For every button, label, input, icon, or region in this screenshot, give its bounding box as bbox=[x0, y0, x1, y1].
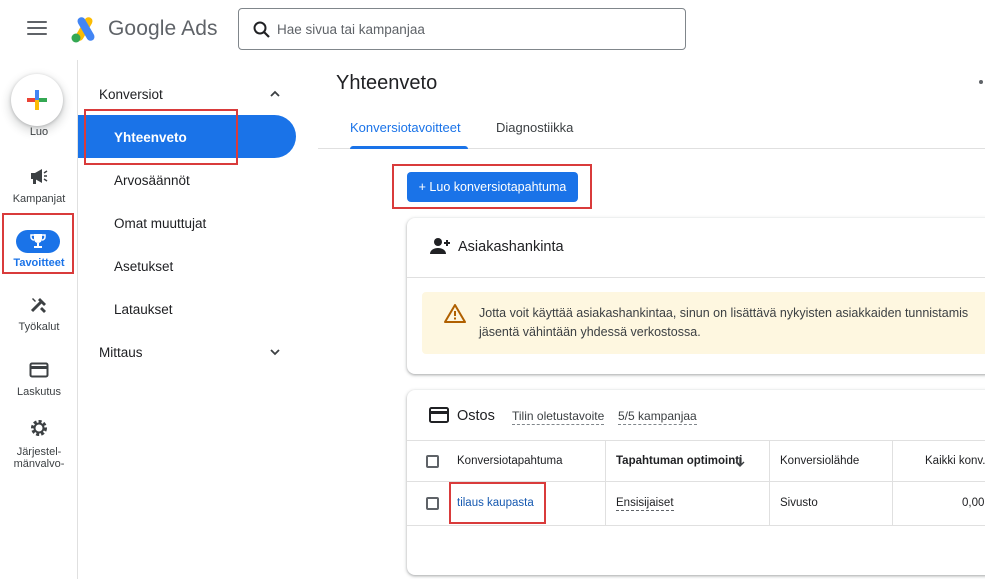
conversion-action-link[interactable]: tilaus kaupasta bbox=[457, 497, 534, 509]
purchase-title: Ostos bbox=[457, 408, 495, 424]
rail-item-tools[interactable]: Työkalut bbox=[0, 295, 78, 337]
credit-card-icon bbox=[429, 407, 449, 423]
col-divider bbox=[892, 482, 893, 525]
search-placeholder: Hae sivua tai kampanjaa bbox=[277, 22, 425, 37]
col-header-all-conversions[interactable]: Kaikki konv. bbox=[925, 455, 985, 467]
rail-label-billing: Laskutus bbox=[16, 386, 62, 398]
rail-item-campaigns[interactable]: Kampanjat bbox=[0, 164, 78, 206]
col-divider bbox=[605, 441, 606, 481]
source-value: Sivusto bbox=[780, 497, 818, 509]
search-input[interactable]: Hae sivua tai kampanjaa bbox=[238, 8, 686, 50]
warning-banner: Jotta voit käyttää asiakashankintaa, sin… bbox=[422, 292, 985, 354]
table-row: tilaus kaupasta Ensisijaiset Sivusto 0,0… bbox=[407, 482, 985, 526]
purchase-card: Ostos Tilin oletustavoite 5/5 kampanjaa … bbox=[407, 390, 985, 575]
card-header: Asiakashankinta bbox=[407, 218, 985, 278]
warning-line-1: Jotta voit käyttää asiakashankintaa, sin… bbox=[479, 306, 969, 320]
more-options-icon[interactable] bbox=[979, 80, 983, 84]
nav-item-settings[interactable]: Asetukset bbox=[114, 259, 173, 274]
default-goal-label[interactable]: Tilin oletustavoite bbox=[512, 409, 605, 425]
nav-item-summary[interactable] bbox=[78, 115, 296, 158]
card-title: Asiakashankinta bbox=[458, 239, 564, 255]
tab-conversion-goals[interactable]: Konversiotavoitteet bbox=[350, 120, 461, 135]
col-header-conversion-action[interactable]: Konversiotapahtuma bbox=[457, 455, 562, 467]
rail-item-billing[interactable]: Laskutus bbox=[0, 360, 78, 402]
active-tab-indicator bbox=[350, 146, 468, 149]
page-title: Yhteenveto bbox=[336, 72, 438, 94]
tab-bar: Konversiotavoitteet Diagnostiikka bbox=[318, 108, 985, 149]
gear-icon bbox=[31, 420, 47, 436]
warning-text: Jotta voit käyttää asiakashankintaa, sin… bbox=[479, 304, 985, 342]
col-divider bbox=[769, 441, 770, 481]
col-header-optimization[interactable]: Tapahtuman optimointi bbox=[616, 455, 742, 467]
warning-icon bbox=[444, 304, 466, 323]
col-divider bbox=[769, 482, 770, 525]
rail-label-admin-1: Järjestel- bbox=[16, 446, 62, 458]
trophy-icon bbox=[30, 234, 46, 248]
tools-icon bbox=[30, 298, 46, 313]
plus-vertical bbox=[35, 90, 39, 110]
tab-diagnostics[interactable]: Diagnostiikka bbox=[496, 120, 573, 135]
select-all-checkbox[interactable] bbox=[426, 455, 439, 468]
nav-section-conversions[interactable]: Konversiot bbox=[99, 87, 163, 102]
top-bar: Google Ads Hae sivua tai kampanjaa bbox=[0, 0, 985, 60]
row-checkbox[interactable] bbox=[426, 497, 439, 510]
rail-label-admin-2: mänvalvo- bbox=[13, 458, 65, 470]
megaphone-icon bbox=[31, 169, 48, 184]
menu-icon[interactable] bbox=[27, 21, 47, 37]
optimization-value[interactable]: Ensisijaiset bbox=[616, 497, 674, 511]
sort-arrow-icon[interactable] bbox=[734, 456, 746, 468]
main-content: Yhteenveto Konversiotavoitteet Diagnosti… bbox=[318, 60, 985, 579]
nav-item-summary-label: Yhteenveto bbox=[114, 130, 187, 145]
nav-section-measurement[interactable]: Mittaus bbox=[99, 345, 143, 360]
left-rail: Luo Kampanjat Tavoitteet Työkalut Laskut… bbox=[0, 60, 78, 579]
rail-item-goals[interactable] bbox=[16, 230, 60, 253]
create-label: Luo bbox=[29, 126, 49, 138]
rail-item-admin[interactable]: Järjestel- mänvalvo- bbox=[0, 418, 78, 470]
app-brand: Google Ads bbox=[108, 17, 218, 40]
all-conversions-value: 0,00 bbox=[962, 497, 985, 509]
nav-item-value-rules[interactable]: Arvosäännöt bbox=[114, 173, 190, 188]
rail-label-goals: Tavoitteet bbox=[13, 257, 65, 269]
rail-label-campaigns: Kampanjat bbox=[12, 193, 66, 205]
warning-line-2: jäsentä vähintään yhdessä verkostossa. bbox=[479, 325, 701, 339]
chevron-up-icon[interactable] bbox=[268, 87, 282, 101]
col-divider bbox=[892, 441, 893, 481]
col-header-source[interactable]: Konversiolähde bbox=[780, 455, 859, 467]
table-header: Konversiotapahtuma Tapahtuman optimointi… bbox=[407, 440, 985, 482]
campaign-count-label[interactable]: 5/5 kampanjaa bbox=[618, 409, 697, 425]
customer-acquisition-card: Asiakashankinta Jotta voit käyttää asiak… bbox=[407, 218, 985, 374]
create-button[interactable] bbox=[11, 74, 63, 126]
person-add-icon bbox=[430, 238, 450, 254]
col-divider bbox=[605, 482, 606, 525]
search-icon bbox=[253, 21, 270, 38]
nav-item-custom-variables[interactable]: Omat muuttujat bbox=[114, 216, 206, 231]
rail-label-tools: Työkalut bbox=[18, 321, 60, 333]
sub-navigation: Konversiot Yhteenveto Arvosäännöt Omat m… bbox=[78, 60, 318, 579]
google-ads-logo bbox=[71, 17, 95, 43]
credit-card-icon bbox=[29, 362, 49, 378]
chevron-down-icon[interactable] bbox=[268, 345, 282, 359]
nav-item-uploads[interactable]: Lataukset bbox=[114, 302, 173, 317]
create-conversion-action-button[interactable]: + Luo konversiotapahtuma bbox=[407, 172, 578, 202]
